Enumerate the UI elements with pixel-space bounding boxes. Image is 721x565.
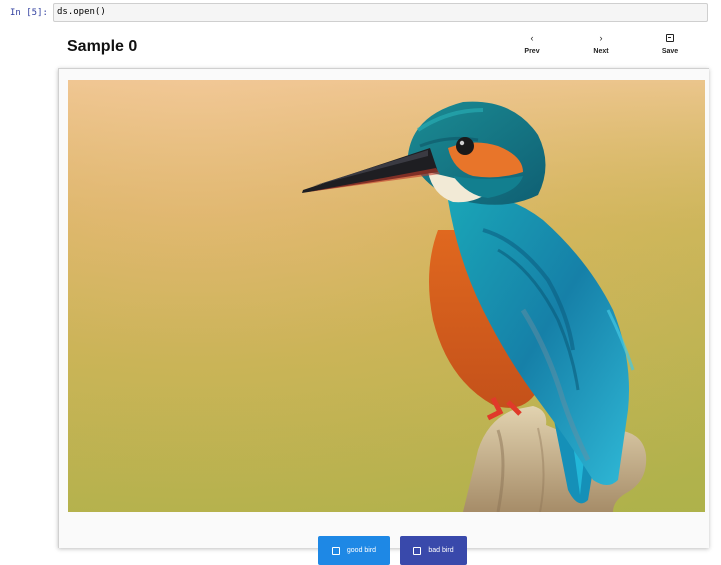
prev-label: Prev (524, 48, 540, 55)
bad-bird-button[interactable]: bad bird (400, 536, 467, 565)
kingfisher-photo (68, 80, 705, 512)
sample-panel: good bird bad bird (58, 68, 709, 565)
save-icon (666, 34, 674, 42)
bad-bird-label: bad bird (428, 547, 454, 554)
sample-title: Sample 0 (67, 38, 138, 55)
code-cell-input[interactable]: ds.open() (53, 3, 708, 22)
next-button[interactable]: › Next (581, 30, 621, 62)
widget-header: Sample 0 ‹ Prev › Next Save (58, 24, 709, 68)
sample-image (68, 80, 705, 512)
chevron-right-icon: › (599, 33, 603, 43)
next-label: Next (593, 48, 609, 55)
image-labeling-widget: Sample 0 ‹ Prev › Next Save good bird ba… (58, 24, 709, 565)
cell-prompt: In [5]: (10, 8, 48, 18)
chevron-left-icon: ‹ (530, 33, 534, 43)
prev-button[interactable]: ‹ Prev (512, 30, 552, 62)
good-bird-button[interactable]: good bird (318, 536, 390, 565)
good-bird-label: good bird (346, 547, 377, 554)
save-label: Save (661, 48, 679, 55)
save-button[interactable]: Save (650, 30, 690, 62)
